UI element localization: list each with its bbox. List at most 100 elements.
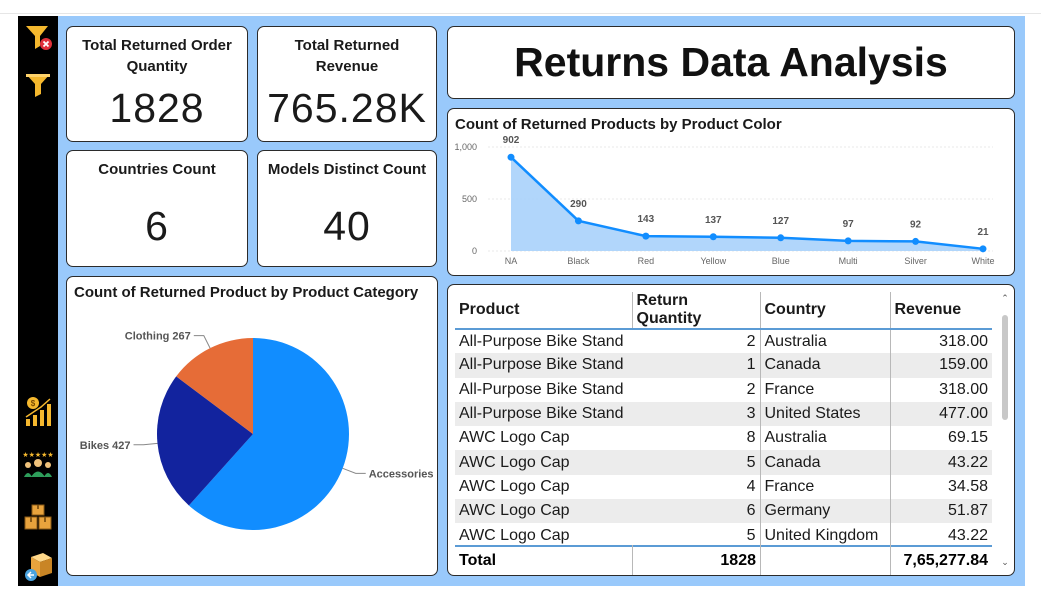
cell-revenue: 318.00 (889, 329, 992, 354)
filter-icon[interactable] (23, 68, 53, 98)
y-tick-label: 500 (462, 194, 477, 204)
cell-country: France (759, 474, 890, 500)
pie-chart[interactable]: Accessories 1115 Bikes 427 Clothing 267 (67, 277, 436, 574)
report-title-card: Returns Data Analysis (447, 26, 1015, 99)
returns-table-card[interactable]: Product Return Quantity Country Revenue … (447, 284, 1015, 576)
x-tick-label: Multi (839, 256, 858, 266)
cell-country: Australia (759, 426, 890, 451)
cell-country: Canada (759, 353, 890, 378)
line-chart-card[interactable]: Count of Returned Products by Product Co… (447, 108, 1015, 276)
cell-return-quantity: 6 (632, 499, 760, 524)
cell-return-quantity: 8 (746, 429, 756, 447)
data-point (642, 232, 650, 240)
cell-return-quantity: 3 (632, 401, 760, 427)
table-row[interactable]: All-Purpose Bike Stand 1 Canada 159.00 (455, 353, 992, 378)
revenue-chart-icon[interactable]: $ (23, 395, 53, 426)
kpi-title: Total Returned Revenue (294, 37, 400, 75)
table-scrollbar[interactable]: ⌃ ⌄ (1000, 293, 1010, 568)
table-row[interactable]: All-Purpose Bike Stand 2 Australia 318.00 (455, 329, 992, 354)
data-point (777, 234, 785, 242)
kpi-card-models-count[interactable]: Models Distinct Count 40 (257, 150, 437, 267)
page-title: Returns Data Analysis (514, 39, 948, 85)
cell-product: All-Purpose Bike Stand (459, 332, 624, 350)
data-label: 127 (772, 216, 789, 227)
svg-text:★★★★★: ★★★★★ (23, 451, 53, 459)
column-header-product[interactable]: Product (455, 292, 632, 330)
sidebar: $ ★★★★★ (18, 16, 58, 586)
kpi-value: 40 (323, 203, 371, 249)
total-label: Total (459, 552, 497, 569)
cell-country: Australia (759, 329, 890, 354)
cell-product: AWC Logo Cap (459, 429, 570, 447)
table-row[interactable]: All-Purpose Bike Stand 3 United States 477.… (455, 401, 992, 427)
returns-table[interactable]: Product Return Quantity Country Revenue … (455, 292, 992, 548)
x-tick-label: Silver (904, 256, 927, 266)
data-label: 902 (503, 135, 520, 146)
scroll-thumb[interactable] (1002, 315, 1008, 420)
scroll-down-icon[interactable]: ⌄ (1000, 557, 1010, 568)
kpi-card-returned-quantity[interactable]: Total Returned Order Quantity 1828 (66, 26, 248, 142)
pie-data-label: Accessories 1115 (369, 468, 436, 480)
cell-revenue: 51.87 (889, 499, 992, 524)
cell-return-quantity: 4 (746, 477, 756, 495)
cell-country: United States (759, 401, 890, 427)
table-total-row: Total 1828 7,65,277.84 (455, 545, 992, 575)
kpi-value: 6 (145, 203, 169, 249)
table-row[interactable]: AWC Logo Cap 4 France 34.58 (455, 474, 992, 500)
cell-product: AWC Logo Cap (459, 477, 570, 495)
kpi-card-returned-revenue[interactable]: Total Returned Revenue 765.28K (257, 26, 437, 142)
cell-return-quantity: 1 (632, 353, 760, 378)
column-divider (890, 545, 891, 575)
leader-line (133, 442, 158, 446)
leader-line (193, 335, 211, 349)
column-divider (632, 545, 633, 575)
cell-return-quantity: 2 (746, 332, 756, 350)
data-label: 92 (910, 219, 922, 230)
boxes-icon[interactable] (23, 503, 53, 533)
kpi-card-countries-count[interactable]: Countries Count 6 (66, 150, 248, 267)
cell-product: AWC Logo Cap (455, 450, 632, 475)
data-point (507, 153, 515, 161)
column-header-revenue[interactable]: Revenue (889, 292, 992, 330)
pie-chart-card[interactable]: Count of Returned Product by Product Cat… (66, 276, 438, 576)
svg-text:$: $ (31, 399, 36, 408)
total-revenue: 7,65,277.84 (903, 552, 988, 569)
table-row[interactable]: AWC Logo Cap 6 Germany 51.87 (455, 499, 992, 524)
data-label: 97 (843, 219, 855, 230)
table-row[interactable]: All-Purpose Bike Stand 2 France 318.00 (455, 377, 992, 402)
x-tick-label: Red (638, 256, 655, 266)
customers-icon[interactable]: ★★★★★ (22, 449, 54, 479)
x-tick-label: NA (505, 256, 518, 266)
cell-product: All-Purpose Bike Stand (455, 401, 632, 427)
data-label: 137 (705, 215, 722, 226)
data-label: 21 (977, 227, 989, 238)
scroll-up-icon[interactable]: ⌃ (1000, 293, 1010, 304)
clear-filter-icon[interactable] (23, 22, 53, 52)
column-header-return-quantity[interactable]: Return Quantity (631, 292, 760, 330)
column-header-country[interactable]: Country (759, 292, 890, 330)
cell-country: Germany (759, 499, 890, 524)
data-point (979, 245, 987, 253)
cell-return-quantity: 2 (746, 380, 756, 398)
cell-revenue: 477.00 (889, 401, 992, 427)
top-bar (0, 0, 1041, 14)
column-divider (760, 545, 761, 575)
cell-product: All-Purpose Bike Stand (459, 380, 624, 398)
data-point (912, 237, 920, 245)
table-header-row: Product Return Quantity Country Revenue (455, 292, 992, 330)
table-row[interactable]: AWC Logo Cap 5 Canada 43.22 (455, 450, 992, 475)
table-row[interactable]: AWC Logo Cap 8 Australia 69.15 (455, 426, 992, 451)
leader-line (342, 467, 366, 474)
cell-country: Canada (759, 450, 890, 475)
pie-data-label: Clothing 267 (125, 331, 191, 343)
data-label: 143 (638, 214, 655, 225)
data-label: 290 (570, 199, 587, 210)
cell-product: All-Purpose Bike Stand (455, 353, 632, 378)
returns-box-icon[interactable] (23, 551, 53, 581)
kpi-title: Models Distinct Count (267, 161, 427, 178)
x-tick-label: Black (567, 256, 590, 266)
cell-country: France (759, 377, 890, 402)
cell-revenue: 34.58 (889, 474, 992, 500)
kpi-title: Total Returned Order Quantity (82, 37, 232, 75)
line-chart[interactable]: 0 500 1,000 902 NA 290 Black 143 Red 137 Yellow 127… (448, 109, 1013, 274)
